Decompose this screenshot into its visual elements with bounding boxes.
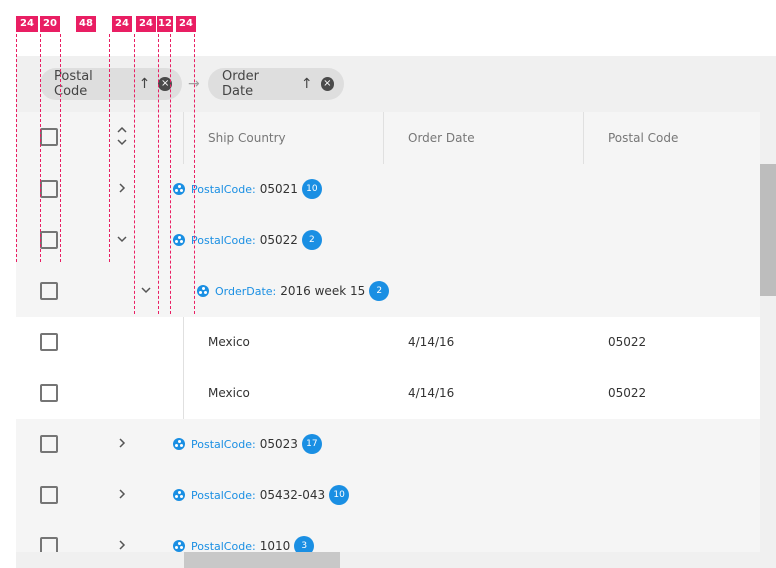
cell-postal-code: 05022 [608, 386, 647, 400]
column-header-order-date[interactable]: Order Date [383, 112, 584, 164]
group-by-area: Postal Code ↑ × → Order Date ↑ × [16, 56, 776, 112]
spec-guide-line [16, 34, 17, 262]
group-count-badge: 10 [301, 179, 322, 199]
column-header-ship-country[interactable]: Ship Country [183, 112, 384, 164]
group-value: 05023 [259, 437, 298, 451]
vertical-scrollbar-thumb[interactable] [760, 164, 776, 296]
chip-label: Order Date [222, 69, 259, 99]
column-divider [183, 317, 184, 368]
table-row[interactable]: Mexico 4/14/16 05022 [16, 368, 760, 420]
row-checkbox[interactable] [40, 486, 58, 504]
group-icon [173, 540, 185, 552]
group-field-name: PostalCode: [191, 539, 256, 553]
horizontal-scrollbar[interactable] [16, 552, 760, 568]
spec-label-48: 48 [76, 16, 96, 32]
expand-all-icon[interactable] [116, 122, 128, 154]
column-divider [183, 368, 184, 419]
group-label: PostalCode: 05432-043 10 [191, 485, 350, 505]
select-all-checkbox[interactable] [40, 128, 58, 146]
group-field-name: OrderDate: [215, 284, 277, 298]
chip-label: Postal Code [54, 69, 93, 99]
horizontal-scrollbar-thumb[interactable] [184, 552, 340, 568]
group-value: 05432-043 [259, 488, 326, 502]
group-count-badge: 17 [301, 434, 322, 454]
group-value: 05021 [259, 182, 298, 196]
group-count-badge: 10 [329, 485, 350, 505]
group-icon [173, 489, 185, 501]
group-label: PostalCode: 05021 10 [191, 179, 322, 199]
data-grid: Postal Code ↑ × → Order Date ↑ × Ship Co… [16, 56, 776, 568]
chevron-down-icon[interactable] [140, 284, 152, 300]
sort-asc-icon[interactable]: ↑ [301, 76, 313, 92]
group-icon [173, 183, 185, 195]
group-field-name: PostalCode: [191, 233, 256, 247]
row-checkbox[interactable] [40, 180, 58, 198]
group-row[interactable]: OrderDate: 2016 week 15 2 [16, 266, 760, 318]
sort-asc-icon[interactable]: ↑ [139, 76, 151, 92]
chevron-right-icon[interactable] [116, 488, 128, 504]
group-icon [173, 438, 185, 450]
group-icon [197, 285, 209, 297]
spec-guide-line [40, 34, 41, 262]
group-label: PostalCode: 05022 2 [191, 230, 322, 250]
spec-label-24: 24 [112, 16, 132, 32]
cell-ship-country: Mexico [208, 335, 250, 349]
row-checkbox[interactable] [40, 282, 58, 300]
group-row[interactable]: PostalCode: 05432-043 10 [16, 470, 760, 522]
remove-chip-icon[interactable]: × [320, 77, 334, 91]
group-label: PostalCode: 05023 17 [191, 434, 322, 454]
cell-postal-code: 05022 [608, 335, 647, 349]
chevron-right-icon[interactable] [116, 182, 128, 198]
spec-label-24: 24 [136, 16, 156, 32]
group-chip-postal-code[interactable]: Postal Code ↑ × [40, 68, 182, 100]
group-row[interactable]: PostalCode: 05021 10 [16, 164, 760, 216]
spec-label-24: 24 [176, 16, 196, 32]
cell-ship-country: Mexico [208, 386, 250, 400]
group-row[interactable]: PostalCode: 05022 2 [16, 215, 760, 267]
group-chip-order-date[interactable]: Order Date ↑ × [208, 68, 344, 100]
cell-order-date: 4/14/16 [408, 386, 455, 400]
table-row[interactable]: Mexico 4/14/16 05022 [16, 317, 760, 369]
chevron-down-icon[interactable] [116, 233, 128, 249]
spec-guide-line [134, 34, 135, 314]
group-value: 1010 [259, 539, 291, 553]
group-count-badge: 2 [301, 230, 322, 250]
group-count-badge: 2 [369, 281, 390, 301]
spec-guide-line [194, 34, 195, 314]
spec-guide-line [158, 34, 159, 314]
group-icon [173, 234, 185, 246]
column-header-postal-code[interactable]: Postal Code [583, 112, 760, 164]
group-field-name: PostalCode: [191, 437, 256, 451]
spec-label-24: 24 [16, 16, 38, 32]
spec-guide-line [109, 34, 110, 262]
row-checkbox[interactable] [40, 231, 58, 249]
spec-guide-line [60, 34, 61, 262]
cell-order-date: 4/14/16 [408, 335, 455, 349]
group-value: 05022 [259, 233, 298, 247]
row-checkbox[interactable] [40, 435, 58, 453]
grid-header: Ship Country Order Date Postal Code [16, 112, 760, 165]
chevron-right-icon[interactable] [116, 437, 128, 453]
row-checkbox[interactable] [40, 384, 58, 402]
spec-label-20: 20 [40, 16, 60, 32]
group-value: 2016 week 15 [280, 284, 366, 298]
group-field-name: PostalCode: [191, 488, 256, 502]
row-checkbox[interactable] [40, 333, 58, 351]
spec-guide-line [170, 34, 171, 314]
group-row[interactable]: PostalCode: 05023 17 [16, 419, 760, 471]
spec-label-12: 12 [157, 16, 173, 32]
group-label: OrderDate: 2016 week 15 2 [215, 281, 390, 301]
group-field-name: PostalCode: [191, 182, 256, 196]
